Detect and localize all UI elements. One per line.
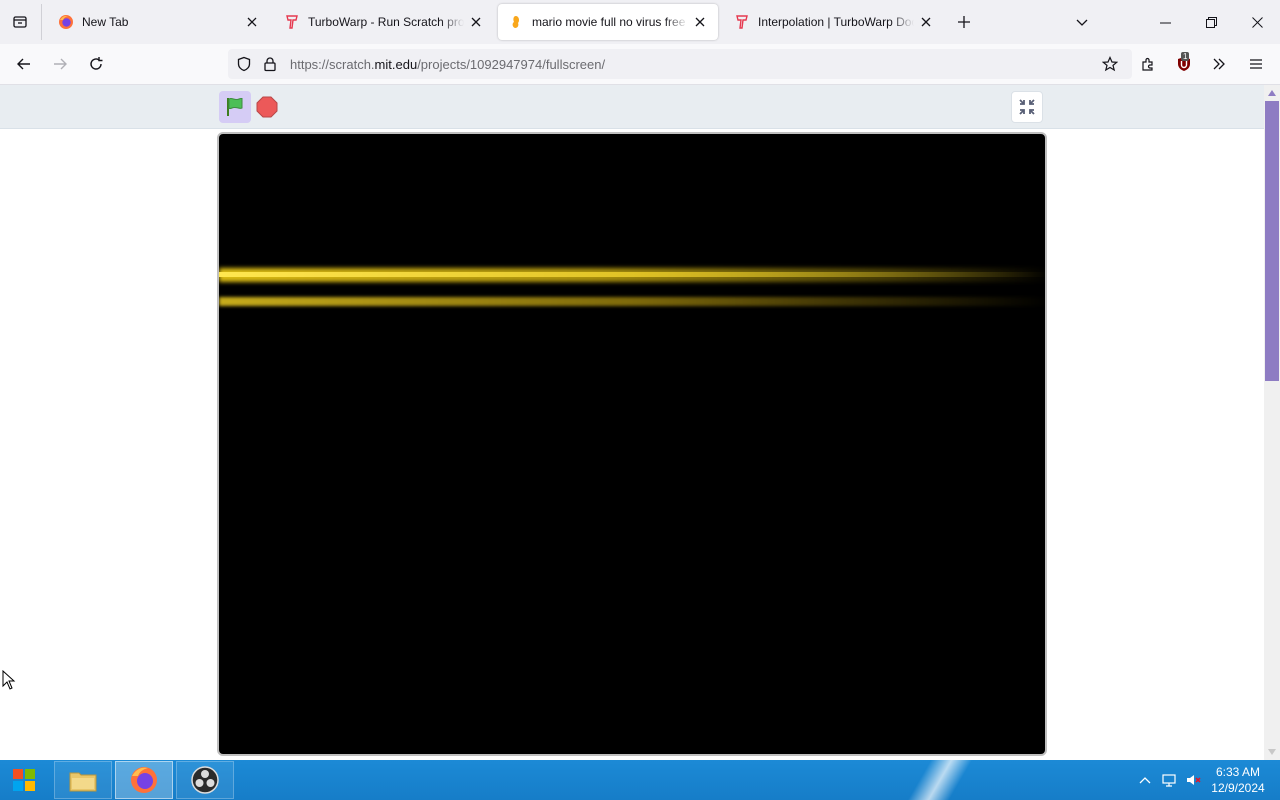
hamburger-menu-icon xyxy=(1250,59,1262,69)
url-text[interactable]: https://scratch.mit.edu/projects/1092947… xyxy=(290,57,605,72)
close-tab-icon[interactable] xyxy=(244,14,260,30)
url-prefix: https://scratch. xyxy=(290,57,375,72)
minimize-icon xyxy=(1159,22,1171,23)
ublock-blocked-count-badge: 1 xyxy=(1181,52,1190,61)
puzzle-piece-icon xyxy=(1142,57,1153,71)
url-path: /projects/1092947974/fullscreen/ xyxy=(417,57,606,72)
scratch-fullscreen-page xyxy=(0,85,1264,760)
restore-icon xyxy=(1205,16,1217,28)
firefox-view-icon xyxy=(13,16,27,28)
stop-sign-button[interactable] xyxy=(256,96,278,118)
light-beam-upper-core xyxy=(219,272,1045,277)
reload-icon xyxy=(90,57,103,70)
green-flag-icon xyxy=(227,97,243,116)
scroll-up-arrow[interactable] xyxy=(1264,86,1280,100)
turbowarp-icon xyxy=(284,14,300,30)
close-tab-icon[interactable] xyxy=(918,14,934,30)
project-stage-canvas[interactable] xyxy=(217,132,1047,756)
scroll-down-arrow[interactable] xyxy=(1264,745,1280,759)
turbowarp-icon xyxy=(734,14,750,30)
app-menu-button[interactable] xyxy=(1242,50,1270,78)
scrollbar-thumb[interactable] xyxy=(1265,101,1279,381)
tab-title: TurboWarp - Run Scratch projects faster xyxy=(308,15,464,29)
tab-title: mario movie full no virus free download xyxy=(532,15,688,29)
new-tab-button[interactable] xyxy=(952,10,976,34)
double-chevron-right-icon xyxy=(1213,58,1225,70)
close-tab-icon[interactable] xyxy=(468,14,484,30)
obs-studio-icon xyxy=(191,766,219,794)
tab-interpolation-docs[interactable]: Interpolation | TurboWarp Documentation xyxy=(724,4,944,40)
tray-network-icon[interactable] xyxy=(1161,772,1177,788)
light-beam-lower xyxy=(219,297,1045,306)
close-icon xyxy=(1251,16,1263,28)
firefox-icon xyxy=(58,14,74,30)
caret-up-icon xyxy=(1268,90,1276,96)
scratch-icon xyxy=(508,14,524,30)
green-flag-button[interactable] xyxy=(219,91,251,123)
arrow-right-icon xyxy=(54,58,67,70)
taskbar-file-explorer[interactable] xyxy=(54,761,112,799)
forward-button[interactable] xyxy=(46,50,74,78)
restore-button[interactable] xyxy=(1188,0,1234,44)
plus-icon xyxy=(958,16,970,28)
windows-logo-icon xyxy=(13,769,35,791)
firefox-icon xyxy=(131,767,157,793)
tab-strip-separator xyxy=(41,4,42,40)
caret-down-icon xyxy=(1268,749,1276,755)
taskbar-light-streak xyxy=(900,760,980,800)
tray-volume-muted-icon[interactable] xyxy=(1185,772,1201,788)
speaker-muted-icon xyxy=(1187,775,1201,785)
tab-strip: New Tab TurboWarp - Run Scratch projects… xyxy=(0,0,1280,44)
extensions-button[interactable] xyxy=(1134,50,1162,78)
clock-date: 12/9/2024 xyxy=(1211,781,1265,795)
bookmark-star-icon[interactable] xyxy=(1102,56,1118,72)
lock-icon[interactable] xyxy=(262,56,278,72)
taskbar-firefox[interactable] xyxy=(115,761,173,799)
folder-icon xyxy=(69,772,97,792)
clock-time: 6:33 AM xyxy=(1215,765,1261,779)
firefox-view-button[interactable] xyxy=(6,8,34,36)
tab-turbowarp[interactable]: TurboWarp - Run Scratch projects faster xyxy=(274,4,494,40)
url-bar[interactable]: https://scratch.mit.edu/projects/1092947… xyxy=(228,49,1132,79)
tab-title: Interpolation | TurboWarp Documentation xyxy=(758,15,914,29)
windows-taskbar: 6:33 AM 12/9/2024 xyxy=(0,760,1280,800)
back-button[interactable] xyxy=(10,50,38,78)
arrow-left-icon xyxy=(17,58,30,70)
url-domain: mit.edu xyxy=(374,57,418,72)
list-all-tabs-button[interactable] xyxy=(1070,10,1094,34)
tab-title: New Tab xyxy=(82,15,129,29)
tab-new-tab[interactable]: New Tab xyxy=(48,4,270,40)
exit-fullscreen-icon xyxy=(1019,99,1035,115)
taskbar-obs[interactable] xyxy=(176,761,234,799)
close-tab-icon[interactable] xyxy=(692,14,708,30)
more-tools-button[interactable] xyxy=(1205,50,1233,78)
network-icon xyxy=(1162,774,1176,787)
start-button[interactable] xyxy=(0,760,48,800)
page-scrollbar[interactable] xyxy=(1264,85,1280,760)
tracking-protection-shield-icon[interactable] xyxy=(236,56,252,72)
show-hidden-icons-button[interactable] xyxy=(1137,772,1153,788)
taskbar-clock[interactable]: 6:33 AM 12/9/2024 xyxy=(1206,764,1270,796)
reload-button[interactable] xyxy=(82,50,110,78)
mouse-cursor-icon xyxy=(2,670,16,690)
caret-up-icon xyxy=(1139,777,1151,784)
close-window-button[interactable] xyxy=(1234,0,1280,44)
chevron-down-icon xyxy=(1076,19,1088,26)
tab-mario-movie[interactable]: mario movie full no virus free download xyxy=(498,4,718,40)
navigation-toolbar: https://scratch.mit.edu/projects/1092947… xyxy=(0,44,1280,85)
minimize-button[interactable] xyxy=(1142,0,1188,44)
player-controls-bar xyxy=(0,85,1264,129)
exit-fullscreen-button[interactable] xyxy=(1011,91,1043,123)
